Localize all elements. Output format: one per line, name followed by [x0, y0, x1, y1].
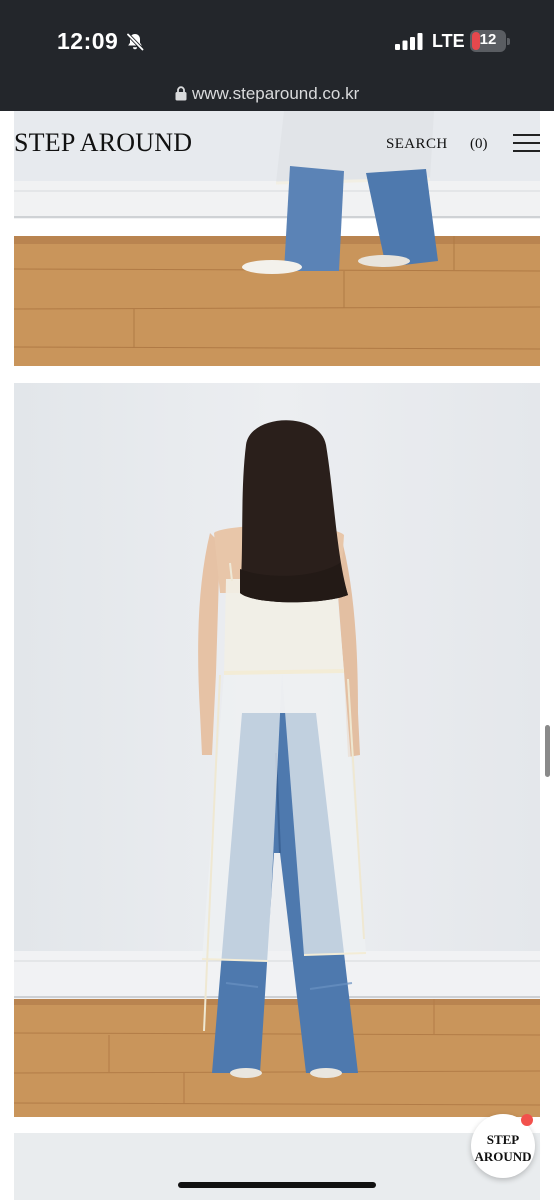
phone-status-bar: 12:09 LTE 12 www.steparound.co.kr	[0, 0, 554, 111]
brand-logo[interactable]: STEP AROUND	[14, 128, 192, 158]
hamburger-menu-icon[interactable]	[513, 134, 540, 152]
home-indicator[interactable]	[178, 1182, 376, 1188]
chat-badge-line1: STEP	[486, 1132, 520, 1147]
notification-dot	[521, 1114, 533, 1126]
lock-icon	[175, 86, 187, 101]
product-photo-3[interactable]	[14, 1133, 540, 1200]
battery-icon: 12	[470, 30, 510, 52]
chat-badge-label: STEP AROUND	[471, 1131, 535, 1165]
chat-badge-line2: AROUND	[474, 1149, 532, 1164]
scrollbar[interactable]	[545, 725, 550, 777]
brand-chat-badge[interactable]: STEP AROUND	[471, 1114, 535, 1178]
product-photo-2[interactable]	[14, 383, 540, 1117]
bell-slash-icon	[126, 33, 144, 51]
network-type: LTE	[432, 31, 465, 51]
url-address[interactable]: www.steparound.co.kr	[192, 84, 359, 104]
status-time: 12:09	[57, 28, 119, 54]
web-content: STEP AROUND SEARCH (0) STEP AROUND	[0, 111, 554, 1200]
search-link[interactable]: SEARCH	[386, 136, 448, 153]
cart-count[interactable]: (0)	[470, 136, 488, 153]
battery-level: 12	[479, 31, 497, 48]
signal-bars-icon	[395, 33, 423, 50]
